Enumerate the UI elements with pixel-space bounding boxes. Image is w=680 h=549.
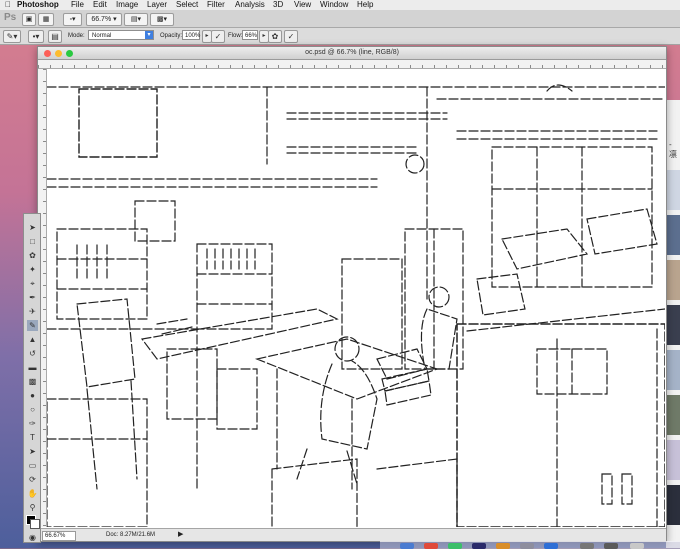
status-bar: 66.67% Doc: 8.27M/21.6M ▶ bbox=[38, 528, 666, 541]
chevron-down-icon: ▾ bbox=[145, 31, 153, 39]
tablet-pressure-size-icon[interactable]: ✓ bbox=[284, 30, 298, 43]
apple-icon[interactable]:  bbox=[5, 0, 11, 10]
opacity-label: Opacity: bbox=[160, 33, 183, 39]
status-zoom-field[interactable]: 66.67% bbox=[42, 531, 76, 541]
healing-brush-tool-icon[interactable]: ✈ bbox=[27, 306, 38, 317]
menu-help[interactable]: Help bbox=[357, 0, 373, 10]
document-canvas[interactable] bbox=[47, 69, 665, 527]
pen-tool-icon[interactable]: ✑ bbox=[27, 418, 38, 429]
move-tool-icon[interactable]: ➤ bbox=[27, 222, 38, 233]
status-doc-size[interactable]: Doc: 8.27M/21.6M bbox=[106, 529, 155, 541]
menu-image[interactable]: Image bbox=[116, 0, 138, 10]
zoom-level-value: 66.7% bbox=[91, 16, 112, 23]
airbrush-icon[interactable]: ✿ bbox=[268, 30, 282, 43]
dock-app-icon[interactable] bbox=[544, 543, 558, 549]
opacity-field[interactable]: 100% bbox=[182, 30, 200, 40]
document-title-bar[interactable]: oc.psd @ 66.7% (line, RGB/8) bbox=[38, 47, 666, 60]
background-window-strip: - 凛 bbox=[666, 100, 680, 548]
menu-view[interactable]: View bbox=[294, 0, 311, 10]
dock-app-icon[interactable] bbox=[604, 543, 618, 549]
extras-icon[interactable]: ▩▾ bbox=[150, 13, 174, 26]
menu-analysis[interactable]: Analysis bbox=[235, 0, 265, 10]
mode-select[interactable]: Normal ▾ bbox=[88, 30, 154, 40]
dock-app-icon[interactable] bbox=[580, 543, 594, 549]
arrange-icon[interactable]: ▤▾ bbox=[124, 13, 148, 26]
thumbnail-image bbox=[666, 215, 680, 255]
hand-tool-icon[interactable]: ✋ bbox=[27, 488, 38, 499]
zoom-level-select[interactable]: 66.7% ▾ bbox=[86, 13, 122, 26]
brush-tool-icon[interactable]: ✎ bbox=[27, 320, 38, 331]
thumbnail-image bbox=[666, 170, 680, 210]
menu-app-name[interactable]: Photoshop bbox=[17, 0, 59, 10]
dock-app-icon[interactable] bbox=[448, 543, 462, 549]
dock-app-icon[interactable] bbox=[496, 543, 510, 549]
3d-rotate-tool-icon[interactable]: ⟳ bbox=[27, 474, 38, 485]
thumbnail-image bbox=[666, 485, 680, 525]
brush-tool-preset-icon[interactable]: ✎▾ bbox=[3, 30, 21, 43]
mode-label: Mode: bbox=[68, 33, 85, 39]
menu-layer[interactable]: Layer bbox=[147, 0, 167, 10]
screen-mode-icon[interactable]: ▫▾ bbox=[63, 13, 82, 26]
grid-icon[interactable]: ▦ bbox=[38, 13, 54, 26]
tool-options-bar: ✎▾ •▾ ▤ Mode: Normal ▾ Opacity: 100% ▸ ✓… bbox=[0, 28, 680, 45]
brush-preset-icon[interactable]: •▾ bbox=[28, 30, 44, 43]
eraser-tool-icon[interactable]: ▬ bbox=[27, 362, 38, 373]
thumbnail-image bbox=[666, 305, 680, 345]
thumbnail-image bbox=[666, 440, 680, 480]
mode-value: Normal bbox=[92, 33, 112, 39]
horizontal-ruler[interactable] bbox=[38, 60, 666, 69]
menu-edit[interactable]: Edit bbox=[93, 0, 107, 10]
zoom-tool-icon[interactable]: ⚲ bbox=[27, 502, 38, 513]
menu-select[interactable]: Select bbox=[176, 0, 198, 10]
dock-app-icon[interactable] bbox=[424, 543, 438, 549]
eyedropper-tool-icon[interactable]: ✒ bbox=[27, 292, 38, 303]
quick-selection-tool-icon[interactable]: ✦ bbox=[27, 264, 38, 275]
dock-app-icon[interactable] bbox=[520, 543, 534, 549]
history-brush-tool-icon[interactable]: ↺ bbox=[27, 348, 38, 359]
bridge-icon[interactable]: ▣ bbox=[22, 13, 36, 26]
quick-mask-icon[interactable]: ◉ bbox=[27, 532, 38, 543]
line-art-drawing bbox=[47, 84, 665, 527]
dock-app-icon[interactable] bbox=[472, 543, 486, 549]
thumbnail-image bbox=[666, 350, 680, 390]
document-title: oc.psd @ 66.7% (line, RGB/8) bbox=[305, 49, 399, 56]
background-color-swatch[interactable] bbox=[30, 519, 40, 529]
menu-3d[interactable]: 3D bbox=[273, 0, 283, 10]
status-menu-arrow-icon[interactable]: ▶ bbox=[178, 529, 183, 541]
thumbnail-image bbox=[666, 260, 680, 300]
dock-app-icon[interactable] bbox=[630, 543, 644, 549]
thumbnail-image bbox=[666, 395, 680, 435]
document-window: oc.psd @ 66.7% (line, RGB/8) 66.67% Doc:… bbox=[37, 46, 667, 542]
gradient-tool-icon[interactable]: ▩ bbox=[27, 376, 38, 387]
shape-tool-icon[interactable]: ▭ bbox=[27, 460, 38, 471]
menu-window[interactable]: Window bbox=[320, 0, 348, 10]
marquee-tool-icon[interactable]: □ bbox=[27, 236, 38, 247]
clone-stamp-tool-icon[interactable]: ▲ bbox=[27, 334, 38, 345]
crop-tool-icon[interactable]: ⌖ bbox=[27, 278, 38, 289]
tools-panel: ➤ □ ✿ ✦ ⌖ ✒ ✈ ✎ ▲ ↺ ▬ ▩ ● ○ ✑ T ➤ ▭ ⟳ ✋ … bbox=[23, 213, 41, 543]
flow-label: Flow: bbox=[228, 33, 243, 39]
type-tool-icon[interactable]: T bbox=[27, 432, 38, 443]
dock-app-icon[interactable] bbox=[400, 543, 414, 549]
dodge-tool-icon[interactable]: ○ bbox=[27, 404, 38, 415]
path-selection-tool-icon[interactable]: ➤ bbox=[27, 446, 38, 457]
ps-logo: Ps bbox=[4, 12, 17, 23]
tablet-pressure-opacity-icon[interactable]: ✓ bbox=[211, 30, 225, 43]
lasso-tool-icon[interactable]: ✿ bbox=[27, 250, 38, 261]
menu-filter[interactable]: Filter bbox=[207, 0, 225, 10]
flow-field[interactable]: 66% bbox=[242, 30, 258, 40]
menu-file[interactable]: File bbox=[71, 0, 84, 10]
brush-panel-icon[interactable]: ▤ bbox=[48, 30, 62, 43]
blur-tool-icon[interactable]: ● bbox=[27, 390, 38, 401]
application-bar: Ps ▣ ▦ ▫▾ 66.7% ▾ ▤▾ ▩▾ bbox=[0, 10, 680, 28]
background-window-text: - 凛 bbox=[669, 140, 677, 159]
